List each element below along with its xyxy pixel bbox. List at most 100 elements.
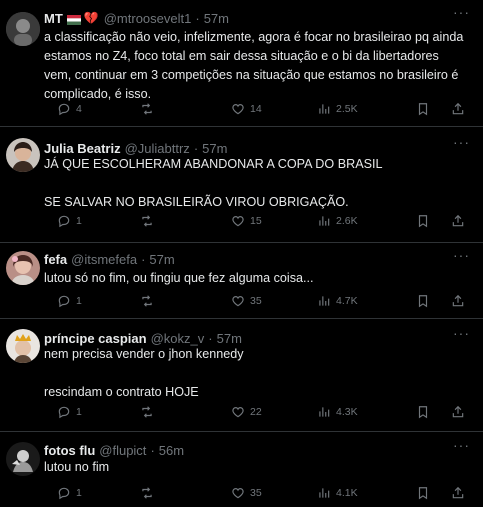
share-icon bbox=[452, 294, 464, 307]
like-button[interactable]: 35 bbox=[231, 291, 262, 311]
tweet-paragraph: JÁ QUE ESCOLHERAM ABANDONAR A COPA DO BR… bbox=[44, 157, 383, 171]
tweet-card[interactable]: príncipe caspian @kokz_v · 57m ··· nem p… bbox=[0, 319, 483, 432]
tweet-card[interactable]: Julia Beatriz @Juliabttrz · 57m ··· JÁ Q… bbox=[0, 127, 483, 243]
views-button[interactable]: 4.1K bbox=[317, 483, 358, 503]
bookmark-icon bbox=[418, 295, 428, 308]
reply-count: 1 bbox=[76, 295, 82, 307]
author-name[interactable]: Julia Beatriz bbox=[44, 141, 121, 156]
timestamp[interactable]: 57m bbox=[204, 11, 229, 26]
reply-icon bbox=[58, 487, 70, 500]
avatar[interactable] bbox=[6, 329, 40, 363]
timestamp[interactable]: 57m bbox=[217, 331, 242, 346]
tweet-text: lutou só no fim, ou fingiu que fez algum… bbox=[44, 269, 464, 288]
share-button[interactable] bbox=[451, 291, 470, 311]
heart-icon bbox=[232, 216, 244, 227]
views-button[interactable]: 4.7K bbox=[317, 291, 358, 311]
reply-button[interactable]: 1 bbox=[57, 483, 82, 503]
retweet-icon bbox=[142, 215, 152, 227]
more-dots-icon[interactable]: ··· bbox=[453, 134, 470, 150]
retweet-button[interactable] bbox=[140, 483, 159, 503]
more-dots-icon[interactable]: ··· bbox=[453, 325, 470, 341]
like-count: 35 bbox=[250, 295, 262, 307]
share-button[interactable] bbox=[451, 211, 470, 231]
author-handle[interactable]: @kokz_v bbox=[151, 331, 205, 346]
retweet-button[interactable] bbox=[140, 211, 159, 231]
retweet-icon bbox=[142, 487, 152, 499]
timestamp[interactable]: 57m bbox=[202, 141, 227, 156]
bookmark-button[interactable] bbox=[416, 402, 435, 422]
bookmark-button[interactable] bbox=[416, 211, 435, 231]
bookmark-button[interactable] bbox=[416, 99, 435, 119]
reply-button[interactable]: 4 bbox=[57, 99, 82, 119]
author-name[interactable]: fefa bbox=[44, 252, 67, 267]
more-dots-icon[interactable]: ··· bbox=[453, 437, 470, 453]
like-button[interactable]: 22 bbox=[231, 402, 262, 422]
tweet-text: a classificação não veio, infelizmente, … bbox=[44, 28, 464, 104]
views-button[interactable]: 4.3K bbox=[317, 402, 358, 422]
retweet-button[interactable] bbox=[140, 99, 159, 119]
view-count: 2.6K bbox=[336, 215, 358, 227]
share-icon bbox=[452, 102, 464, 115]
bookmark-button[interactable] bbox=[416, 483, 435, 503]
heart-icon bbox=[232, 488, 244, 499]
tweet-card[interactable]: MT 💔 @mtroosevelt1 · 57m ··· a classific… bbox=[0, 0, 483, 127]
like-button[interactable]: 35 bbox=[231, 483, 262, 503]
like-count: 15 bbox=[250, 215, 262, 227]
more-dots-icon[interactable]: ··· bbox=[453, 4, 470, 20]
tweet-paragraph: rescindam o contrato HOJE bbox=[44, 385, 199, 399]
share-button[interactable] bbox=[451, 402, 470, 422]
broken-heart-icon: 💔 bbox=[83, 11, 99, 25]
like-button[interactable]: 14 bbox=[231, 99, 262, 119]
reply-count: 1 bbox=[76, 215, 82, 227]
author-name[interactable]: príncipe caspian bbox=[44, 331, 147, 346]
more-dots-icon[interactable]: ··· bbox=[453, 247, 470, 263]
avatar[interactable] bbox=[6, 251, 40, 285]
reply-count: 1 bbox=[76, 406, 82, 418]
bookmark-button[interactable] bbox=[416, 291, 435, 311]
retweet-button[interactable] bbox=[140, 402, 159, 422]
views-chart-icon bbox=[319, 104, 330, 114]
tweet-text: nem precisa vender o jhon kennedy rescin… bbox=[44, 345, 464, 402]
tweet-card[interactable]: fefa @itsmefefa · 57m ··· lutou só no fi… bbox=[0, 243, 483, 319]
share-button[interactable] bbox=[451, 99, 470, 119]
timestamp[interactable]: 56m bbox=[159, 443, 184, 458]
author-name[interactable]: fotos flu bbox=[44, 443, 95, 458]
reply-count: 1 bbox=[76, 487, 82, 499]
tweet-text: lutou no fim bbox=[44, 458, 464, 477]
view-count: 4.3K bbox=[336, 406, 358, 418]
views-button[interactable]: 2.5K bbox=[317, 99, 358, 119]
separator-dot: · bbox=[141, 251, 146, 267]
heart-icon bbox=[232, 104, 244, 115]
avatar[interactable] bbox=[6, 442, 40, 476]
reply-button[interactable]: 1 bbox=[57, 211, 82, 231]
views-chart-icon bbox=[319, 216, 330, 226]
tweet-card[interactable]: fotos flu @flupict · 56m ··· lutou no fi… bbox=[0, 432, 483, 507]
avatar[interactable] bbox=[6, 138, 40, 172]
retweet-button[interactable] bbox=[140, 291, 159, 311]
reply-icon bbox=[58, 103, 70, 116]
reply-button[interactable]: 1 bbox=[57, 291, 82, 311]
author-handle[interactable]: @Juliabttrz bbox=[125, 141, 190, 156]
heart-icon bbox=[232, 296, 244, 307]
like-button[interactable]: 15 bbox=[231, 211, 262, 231]
reply-icon bbox=[58, 215, 70, 228]
author-handle[interactable]: @flupict bbox=[99, 443, 146, 458]
views-chart-icon bbox=[319, 407, 330, 417]
author-handle[interactable]: @itsmefefa bbox=[71, 252, 137, 267]
share-icon bbox=[452, 405, 464, 418]
views-button[interactable]: 2.6K bbox=[317, 211, 358, 231]
view-count: 4.7K bbox=[336, 295, 358, 307]
separator-dot: · bbox=[193, 140, 199, 156]
share-icon bbox=[452, 214, 464, 227]
reply-button[interactable]: 1 bbox=[57, 402, 82, 422]
action-bar: 1 35 4.1K bbox=[44, 483, 474, 503]
avatar[interactable] bbox=[6, 12, 40, 46]
author-handle[interactable]: @mtroosevelt1 bbox=[104, 11, 192, 26]
share-button[interactable] bbox=[451, 483, 470, 503]
retweet-icon bbox=[142, 406, 152, 418]
timestamp[interactable]: 57m bbox=[149, 252, 174, 267]
reply-icon bbox=[58, 295, 70, 308]
view-count: 2.5K bbox=[336, 103, 358, 115]
author-name[interactable]: MT bbox=[44, 11, 63, 26]
views-chart-icon bbox=[319, 488, 330, 498]
